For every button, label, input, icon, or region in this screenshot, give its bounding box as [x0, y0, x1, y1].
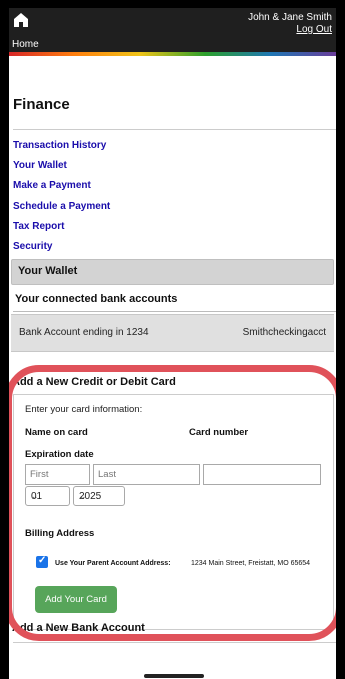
card-number-label: Card number: [189, 427, 249, 438]
user-name: John & Jane Smith: [248, 12, 332, 23]
bank-account-row[interactable]: Bank Account ending in 1234 Smithcheckin…: [11, 314, 334, 352]
home-link[interactable]: [13, 12, 29, 28]
nav-link-make-payment[interactable]: Make a Payment: [13, 180, 110, 200]
home-label[interactable]: Home: [12, 39, 39, 50]
divider: [13, 129, 336, 130]
card-instructions: Enter your card information:: [25, 404, 143, 415]
add-card-button[interactable]: Add Your Card: [35, 586, 117, 613]
card-number-input[interactable]: [203, 464, 321, 485]
nav-link-transaction-history[interactable]: Transaction History: [13, 140, 110, 160]
name-on-card-label: Name on card: [25, 427, 88, 438]
use-parent-address-label: Use Your Parent Account Address:: [55, 560, 171, 567]
billing-address-label: Billing Address: [25, 528, 95, 539]
chevron-down-icon: ⌄: [79, 491, 87, 501]
add-bank-account-title[interactable]: Add a New Bank Account: [12, 622, 145, 634]
checkmark-icon: ✓: [38, 555, 47, 566]
home-indicator: [144, 674, 204, 678]
chevron-down-icon: ⌄: [31, 491, 39, 501]
bank-account-nickname: Smithcheckingacct: [242, 327, 326, 338]
app-screen: Home John & Jane Smith Log Out Finance T…: [9, 8, 336, 679]
expiration-month-select[interactable]: 01 ⌄: [25, 486, 70, 506]
wallet-section-title: Your Wallet: [18, 265, 78, 277]
page-title: Finance: [13, 96, 70, 113]
logout-link[interactable]: Log Out: [296, 24, 332, 35]
wallet-section-header: Your Wallet: [11, 259, 334, 285]
top-bar: Home John & Jane Smith Log Out: [9, 8, 336, 52]
nav-link-schedule-payment[interactable]: Schedule a Payment: [13, 201, 110, 221]
divider: [13, 642, 336, 643]
use-parent-address-checkbox[interactable]: ✓: [36, 555, 48, 568]
expiration-date-label: Expiration date: [25, 449, 94, 460]
expiration-year-select[interactable]: 2025 ⌄: [73, 486, 125, 506]
parent-address-value: 1234 Main Street, Freistatt, MO 65654: [191, 560, 311, 567]
bank-account-label: Bank Account ending in 1234: [19, 327, 149, 338]
add-card-title: Add a New Credit or Debit Card: [12, 376, 176, 388]
home-icon[interactable]: [13, 12, 29, 28]
nav-link-your-wallet[interactable]: Your Wallet: [13, 160, 110, 180]
divider: [13, 311, 336, 312]
nav-link-tax-report[interactable]: Tax Report: [13, 221, 110, 241]
last-name-input[interactable]: [93, 464, 200, 485]
finance-nav: Transaction History Your Wallet Make a P…: [13, 140, 110, 261]
connected-accounts-title: Your connected bank accounts: [15, 293, 178, 305]
header-accent-stripe: [9, 52, 336, 56]
first-name-input[interactable]: [25, 464, 90, 485]
